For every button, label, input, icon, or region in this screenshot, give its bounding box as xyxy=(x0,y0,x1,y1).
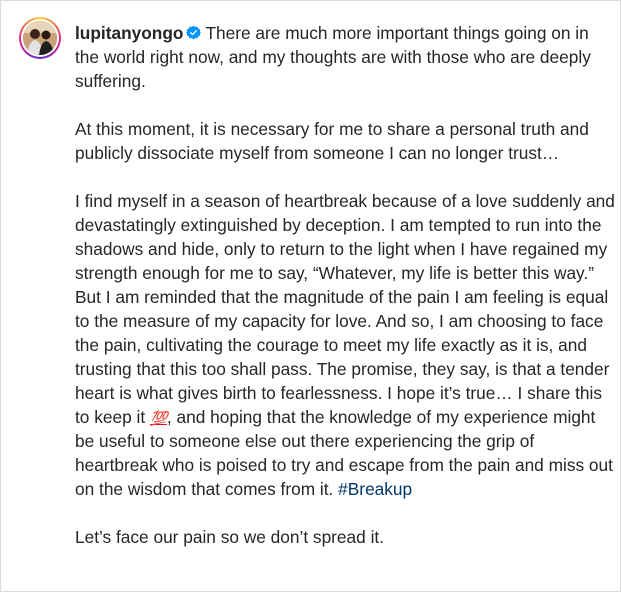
verified-badge-icon xyxy=(186,25,202,40)
avatar-photo xyxy=(23,21,57,55)
post-container: lupitanyongo There are much more importan… xyxy=(0,0,621,592)
avatar-ring-gap xyxy=(21,19,59,57)
hundred-points-emoji-icon: 💯 xyxy=(149,410,167,426)
avatar-story-ring[interactable] xyxy=(19,17,61,59)
avatar[interactable] xyxy=(23,21,57,55)
caption-paragraph-1: lupitanyongo There are much more importan… xyxy=(75,21,615,93)
caption-paragraph-2: At this moment, it is necessary for me t… xyxy=(75,119,589,163)
caption-text: lupitanyongo There are much more importan… xyxy=(75,21,615,549)
caption-paragraph-4: Let’s face our pain so we don’t spread i… xyxy=(75,527,385,547)
username-link[interactable]: lupitanyongo xyxy=(75,23,183,43)
caption-text-p3-a: I find myself in a season of heartbreak … xyxy=(75,191,615,427)
caption-paragraph-3: I find myself in a season of heartbreak … xyxy=(75,189,615,501)
hashtag-link[interactable]: #Breakup xyxy=(338,479,412,499)
